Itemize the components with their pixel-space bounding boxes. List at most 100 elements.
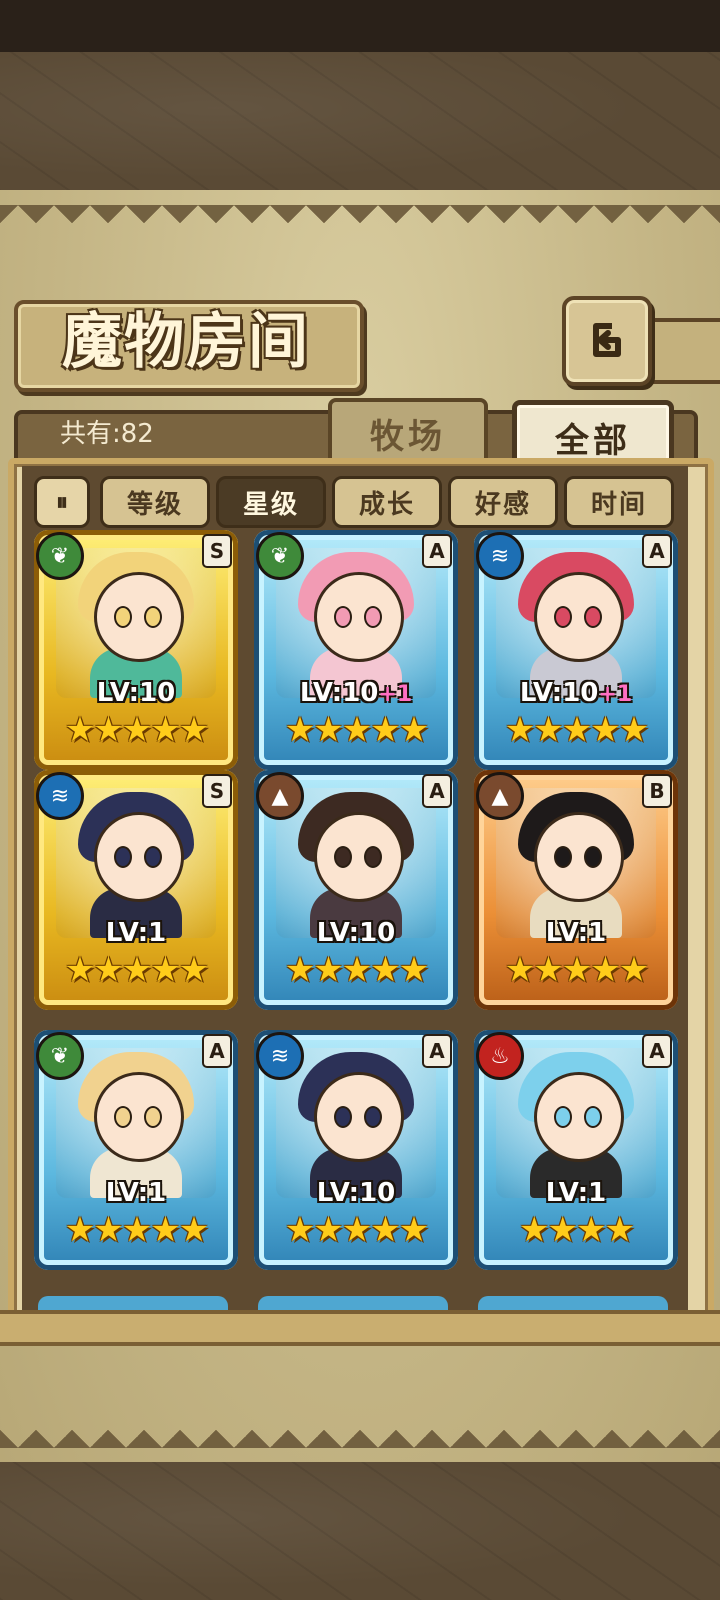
- map-background-bottom: [0, 1462, 720, 1600]
- rank-badge: S: [202, 774, 232, 808]
- rank-badge: S: [202, 534, 232, 568]
- level-label: LV:1: [474, 1178, 678, 1208]
- monster-portrait: [276, 548, 436, 698]
- monster-portrait: [56, 548, 216, 698]
- sort-order-toggle[interactable]: ⏸: [34, 476, 90, 528]
- level-text: LV:1: [105, 1178, 167, 1208]
- monster-card[interactable]: ≋ A LV:10 ★★★★★: [254, 1030, 458, 1270]
- monster-eye: [334, 606, 352, 628]
- flame-icon: ♨: [476, 1032, 524, 1080]
- level-bonus: +1: [378, 682, 413, 707]
- monster-eye: [144, 606, 162, 628]
- monster-card[interactable]: ❦ S LV:10 ★★★★★: [34, 530, 238, 770]
- level-text: LV:10: [316, 1178, 396, 1208]
- level-label: LV:10: [254, 918, 458, 948]
- monster-card[interactable]: ❦ A LV:1 ★★★★★: [34, 1030, 238, 1270]
- monster-card[interactable]: ▲ B LV:1 ★★★★★: [474, 770, 678, 1010]
- level-label: LV:10: [254, 1178, 458, 1208]
- monster-card[interactable]: ≋ S LV:1 ★★★★★: [34, 770, 238, 1010]
- mountain-icon: ▲: [256, 772, 304, 820]
- monster-face: [94, 812, 184, 902]
- level-label: LV:1: [474, 918, 678, 948]
- rank-badge: B: [642, 774, 672, 808]
- water-wave-icon: ≋: [36, 772, 84, 820]
- monster-eye: [364, 1106, 382, 1128]
- level-text: LV:1: [545, 918, 607, 948]
- back-button[interactable]: [562, 296, 652, 386]
- star-rating: ★★★★: [519, 1210, 635, 1250]
- star-rating: ★★★★★: [284, 950, 429, 990]
- sort-level-button[interactable]: 等级: [100, 476, 210, 528]
- rank-badge: A: [202, 1034, 232, 1068]
- monster-eye: [554, 1106, 572, 1128]
- monster-eye: [334, 1106, 352, 1128]
- level-label: LV:10+1: [254, 678, 458, 708]
- monster-portrait: [276, 1048, 436, 1198]
- tab-ranch[interactable]: 牧场: [328, 398, 488, 464]
- level-text: LV:10: [96, 678, 176, 708]
- board-bottom-rail: [0, 1310, 720, 1346]
- rank-badge: A: [642, 1034, 672, 1068]
- page-title: 魔物房间: [62, 307, 310, 377]
- leaf-icon: ❦: [256, 532, 304, 580]
- monster-eye: [114, 846, 132, 868]
- monster-card[interactable]: ❦ A LV:10+1 ★★★★★: [254, 530, 458, 770]
- back-button-rail: [640, 318, 720, 384]
- monster-eye: [554, 606, 572, 628]
- monster-eye: [364, 846, 382, 868]
- star-rating: ★★★★★: [284, 1210, 429, 1250]
- monster-face: [314, 572, 404, 662]
- sort-star-button[interactable]: 星级: [216, 476, 326, 528]
- monster-card[interactable]: ▲ A LV:10 ★★★★★: [254, 770, 458, 1010]
- level-text: LV:10: [316, 918, 396, 948]
- monster-eye: [114, 606, 132, 628]
- level-text: LV:1: [105, 918, 167, 948]
- level-text: LV:10: [519, 678, 599, 708]
- mountain-icon: ▲: [476, 772, 524, 820]
- rank-badge: A: [422, 774, 452, 808]
- level-label: LV:1: [34, 918, 238, 948]
- map-background-top: [0, 52, 720, 192]
- monster-eye: [584, 1106, 602, 1128]
- level-text: LV:10: [299, 678, 379, 708]
- monster-face: [94, 1072, 184, 1162]
- monster-eye: [334, 846, 352, 868]
- water-wave-icon: ≋: [476, 532, 524, 580]
- star-rating: ★★★★★: [64, 950, 209, 990]
- level-label: LV:10: [34, 678, 238, 708]
- monster-eye: [144, 846, 162, 868]
- monster-portrait: [496, 1048, 656, 1198]
- monster-eye: [144, 1106, 162, 1128]
- monster-eye: [584, 846, 602, 868]
- star-rating: ★★★★★: [504, 950, 649, 990]
- monster-card[interactable]: ♨ A LV:1 ★★★★: [474, 1030, 678, 1270]
- sort-affection-button[interactable]: 好感: [448, 476, 558, 528]
- level-label: LV:1: [34, 1178, 238, 1208]
- water-wave-icon: ≋: [256, 1032, 304, 1080]
- monster-portrait: [496, 548, 656, 698]
- monster-eye: [114, 1106, 132, 1128]
- zigzag-border-bottom: [0, 1420, 720, 1448]
- level-label: LV:10+1: [474, 678, 678, 708]
- level-bonus: +1: [598, 682, 633, 707]
- monster-face: [534, 572, 624, 662]
- sort-growth-button[interactable]: 成长: [332, 476, 442, 528]
- monster-eye: [554, 846, 572, 868]
- monster-card[interactable]: ≋ A LV:10+1 ★★★★★: [474, 530, 678, 770]
- monster-face: [94, 572, 184, 662]
- zigzag-border-top: [0, 205, 720, 233]
- monster-face: [534, 812, 624, 902]
- monster-count: 共有:82: [60, 419, 154, 449]
- monster-portrait: [56, 788, 216, 938]
- level-text: LV:1: [545, 1178, 607, 1208]
- leaf-icon: ❦: [36, 1032, 84, 1080]
- monster-face: [534, 1072, 624, 1162]
- rank-badge: A: [422, 1034, 452, 1068]
- monster-eye: [364, 606, 382, 628]
- star-rating: ★★★★★: [64, 710, 209, 750]
- monster-portrait: [496, 788, 656, 938]
- monster-face: [314, 812, 404, 902]
- sort-time-button[interactable]: 时间: [564, 476, 674, 528]
- leaf-icon: ❦: [36, 532, 84, 580]
- star-rating: ★★★★★: [284, 710, 429, 750]
